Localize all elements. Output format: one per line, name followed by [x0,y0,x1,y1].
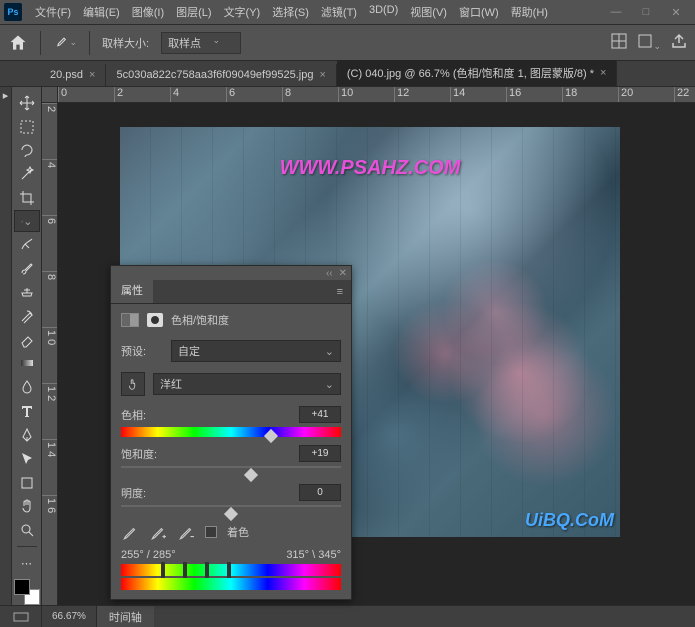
tab-document-2[interactable]: 5c030a822c758aa3f6f09049ef99525.jpg× [106,64,336,86]
saturation-slider-thumb[interactable] [244,468,258,482]
adjustment-title: 色相/饱和度 [171,312,229,328]
share-icon[interactable] [671,33,687,52]
menu-select[interactable]: 选择(S) [267,1,314,23]
eyedropper-subtract-icon[interactable] [177,523,195,541]
menu-layer[interactable]: 图层(L) [171,1,216,23]
status-bar: 66.67% 时间轴 [0,605,695,627]
foreground-color-swatch[interactable] [14,579,30,595]
home-icon[interactable] [8,33,28,53]
range-right-label: 315° \ 345° [286,549,341,561]
zoom-level[interactable]: 66.67% [42,606,97,627]
menu-image[interactable]: 图像(I) [127,1,169,23]
tab-document-1[interactable]: 20.psd× [40,64,106,86]
color-range-strip[interactable] [121,564,341,576]
screen-mode-icon[interactable]: ⌄ [637,33,661,52]
panel-menu-icon[interactable]: ≡ [329,281,351,303]
menu-filter[interactable]: 滤镜(T) [316,1,362,23]
blur-tool-icon[interactable] [14,375,40,399]
properties-panel: ‹‹ ✕ 属性 ≡ 色相/饱和度 预设: 自定 洋红 色相: +41 [110,265,352,600]
menu-text[interactable]: 文字(Y) [219,1,266,23]
lasso-tool-icon[interactable] [14,139,40,163]
tab-document-3[interactable]: (C) 040.jpg @ 66.7% (色相/饱和度 1, 图层蒙版/8) *… [337,60,618,86]
ruler-vertical[interactable]: 24681 01 21 41 6 [42,103,58,605]
menu-window[interactable]: 窗口(W) [454,1,504,23]
minimize-icon[interactable]: ― [601,2,631,22]
grid-icon[interactable] [611,33,627,52]
range-left-label: 255° / 285° [121,549,176,561]
panel-close-icon[interactable]: ✕ [339,268,347,279]
eraser-tool-icon[interactable] [14,328,40,352]
timeline-button[interactable]: 时间轴 [97,606,154,627]
brush-tool-icon[interactable] [14,256,40,280]
menu-3d[interactable]: 3D(D) [364,1,403,23]
crop-tool-icon[interactable] [14,186,40,210]
hue-label: 色相: [121,407,146,423]
menu-file[interactable]: 文件(F) [30,1,76,23]
tab-close-icon[interactable]: × [89,69,95,81]
status-left-icons[interactable] [0,606,42,627]
panel-collapse-icon[interactable]: ‹‹ [326,268,333,279]
eyedropper-sample-icon[interactable] [121,523,139,541]
color-swatches[interactable] [14,579,40,605]
sample-size-select[interactable]: 取样点⌄ [161,32,241,54]
marquee-tool-icon[interactable] [14,115,40,139]
tab-close-icon[interactable]: × [600,67,606,79]
finger-scrub-icon[interactable] [121,372,145,396]
menu-view[interactable]: 视图(V) [405,1,452,23]
options-bar: ⌄ 取样大小: 取样点⌄ ⌄ [0,25,695,61]
tab-close-icon[interactable]: × [319,69,325,81]
properties-tab[interactable]: 属性 [111,277,153,303]
preset-label: 预设: [121,343,163,359]
menu-edit[interactable]: 编辑(E) [78,1,125,23]
magic-wand-tool-icon[interactable] [14,163,40,187]
menubar: 文件(F) 编辑(E) 图像(I) 图层(L) 文字(Y) 选择(S) 滤镜(T… [30,1,601,23]
ps-logo-icon: Ps [4,3,22,21]
watermark-bottom: UiBQ.CoM [525,510,614,531]
close-icon[interactable]: ✕ [661,2,691,22]
menu-help[interactable]: 帮助(H) [506,1,553,23]
saturation-label: 饱和度: [121,446,157,462]
hue-slider-thumb[interactable] [264,429,278,443]
window-controls: ― □ ✕ [601,2,691,22]
zoom-tool-icon[interactable] [14,518,40,542]
pen-tool-icon[interactable] [14,423,40,447]
shape-tool-icon[interactable] [14,471,40,495]
lightness-value-input[interactable]: 0 [299,484,341,501]
adjustment-icon[interactable] [121,313,139,327]
healing-brush-tool-icon[interactable] [14,232,40,256]
hue-slider[interactable] [121,427,341,437]
expand-panel-icon[interactable]: ▸ [0,87,12,605]
watermark-top: WWW.PSAHZ.COM [280,157,461,180]
channel-select[interactable]: 洋红 [153,373,341,395]
edit-toolbar-icon[interactable]: ⋯ [14,551,40,575]
type-tool-icon[interactable] [14,399,40,423]
ruler-origin[interactable] [42,87,58,103]
lightness-slider-thumb[interactable] [224,507,238,521]
preset-select[interactable]: 自定 [171,340,341,362]
gradient-tool-icon[interactable] [14,351,40,375]
color-range-strip-2 [121,578,341,590]
titlebar: Ps 文件(F) 编辑(E) 图像(I) 图层(L) 文字(Y) 选择(S) 滤… [0,0,695,25]
lightness-label: 明度: [121,485,146,501]
ruler-horizontal[interactable]: 0246810121416182022242628 [58,87,695,103]
hue-value-input[interactable]: +41 [299,406,341,423]
colorize-label: 着色 [227,524,249,540]
saturation-slider[interactable] [121,466,341,476]
path-selection-tool-icon[interactable] [14,447,40,471]
sample-size-label: 取样大小: [102,35,149,51]
lightness-slider[interactable] [121,505,341,515]
mask-icon[interactable] [147,313,163,327]
hand-tool-icon[interactable] [14,495,40,519]
history-brush-tool-icon[interactable] [14,304,40,328]
maximize-icon[interactable]: □ [631,2,661,22]
document-tabs: 20.psd× 5c030a822c758aa3f6f09049ef99525.… [0,61,695,87]
toolbar: ⋯ [12,87,42,605]
eyedropper-tool-icon[interactable]: ⌄ [53,31,77,55]
eyedropper-tool-icon[interactable] [14,210,40,232]
clone-stamp-tool-icon[interactable] [14,280,40,304]
eyedropper-add-icon[interactable] [149,523,167,541]
move-tool-icon[interactable] [14,91,40,115]
saturation-value-input[interactable]: +19 [299,445,341,462]
colorize-checkbox[interactable] [205,526,217,538]
